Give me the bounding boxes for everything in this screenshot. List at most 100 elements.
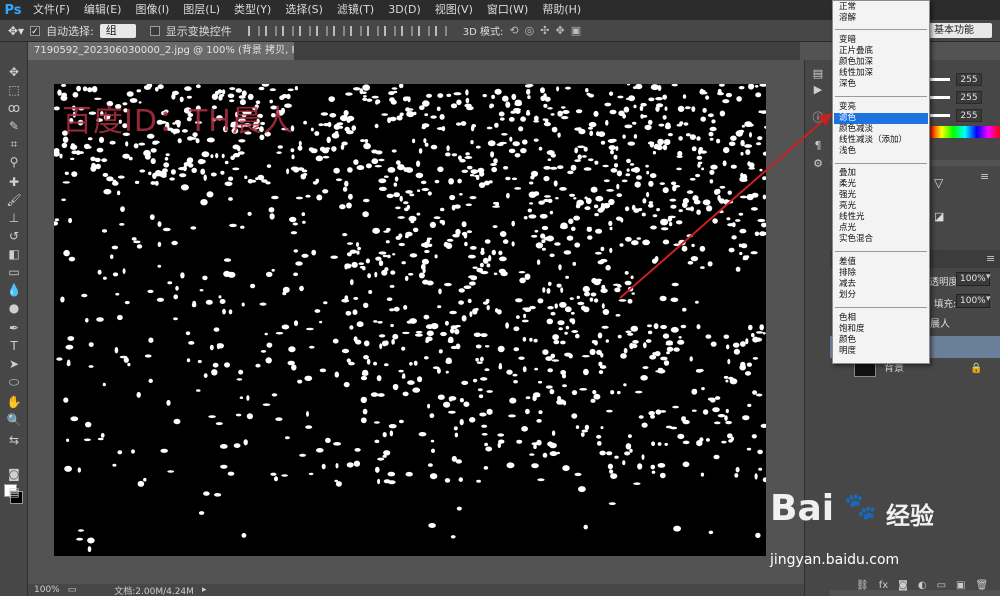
menu-help[interactable]: 帮助(H) [535, 0, 588, 20]
blend-luminosity[interactable]: 明度 [834, 346, 928, 357]
color-slider-track[interactable] [930, 77, 950, 81]
path-select-tool-icon[interactable]: ➤ [5, 356, 23, 372]
menu-3d[interactable]: 3D(D) [381, 0, 428, 20]
dodge-tool-icon[interactable]: ● [5, 300, 23, 316]
blend-hard-light[interactable]: 强光 [834, 190, 928, 201]
align-right-icon[interactable] [332, 25, 345, 36]
blend-subtract[interactable]: 减去 [834, 279, 928, 290]
blend-linear-burn[interactable]: 线性加深 [834, 68, 928, 79]
pen-tool-icon[interactable]: ✒ [5, 320, 23, 336]
image-canvas[interactable] [54, 84, 766, 556]
menu-type[interactable]: 类型(Y) [227, 0, 278, 20]
tool-presets-icon[interactable]: ⚙ [811, 156, 825, 170]
new-group-icon[interactable]: ▭ [937, 580, 946, 594]
brush-tool-icon[interactable]: 🖌 [5, 192, 23, 208]
menu-file[interactable]: 文件(F) [26, 0, 77, 20]
blend-linear-dodge[interactable]: 线性减淡（添加） [834, 135, 928, 146]
crop-tool-icon[interactable]: ⌗ [5, 136, 23, 152]
color-slider-track[interactable] [930, 95, 950, 99]
3d-scale-icon[interactable]: ▣ [571, 24, 581, 37]
quick-select-tool-icon[interactable]: ✎ [5, 118, 23, 134]
show-transform-checkbox[interactable] [149, 25, 160, 36]
zoom-tool-icon[interactable]: 🔍 [5, 412, 23, 428]
eyedropper-tool-icon[interactable]: ⚲ [5, 154, 23, 170]
blend-divide[interactable]: 划分 [834, 290, 928, 301]
3d-drag-icon[interactable]: ✣ [540, 24, 549, 37]
menu-layer[interactable]: 图层(L) [176, 0, 227, 20]
color-spectrum-bar[interactable] [930, 126, 1000, 138]
blend-hue[interactable]: 色相 [834, 313, 928, 324]
levels-icon[interactable]: ▽ [934, 176, 943, 190]
blend-vivid-light[interactable]: 亮光 [834, 201, 928, 212]
distribute-hcenter-icon[interactable] [417, 25, 430, 36]
history-brush-tool-icon[interactable]: ↺ [5, 228, 23, 244]
distribute-left-icon[interactable] [400, 25, 413, 36]
align-hcenter-icon[interactable] [315, 25, 328, 36]
lasso-tool-icon[interactable]: ꝏ [5, 100, 23, 116]
3d-rotate-icon[interactable]: ⟲ [509, 24, 518, 37]
info-panel-icon[interactable]: ⓘ [811, 110, 825, 124]
brush-panel-icon[interactable]: ¶ [811, 138, 825, 152]
color-value-r[interactable]: 255 [956, 72, 982, 86]
color-slider-track[interactable] [930, 113, 950, 117]
stamp-tool-icon[interactable]: ⊥ [5, 210, 23, 226]
panel-menu-icon[interactable]: ≡ [980, 170, 989, 183]
distribute-vcenter-icon[interactable] [366, 25, 379, 36]
blend-hard-mix[interactable]: 实色混合 [834, 234, 928, 245]
menu-select[interactable]: 选择(S) [278, 0, 330, 20]
blend-linear-light[interactable]: 线性光 [834, 212, 928, 223]
shape-tool-icon[interactable]: ⬭ [5, 374, 23, 390]
delete-layer-icon[interactable]: 🗑 [976, 580, 989, 594]
new-layer-icon[interactable]: ▣ [956, 580, 965, 594]
blend-overlay[interactable]: 叠加 [834, 168, 928, 179]
layers-menu-icon[interactable]: ≡ [986, 252, 995, 265]
blend-pin-light[interactable]: 点光 [834, 223, 928, 234]
opacity-dropdown-icon[interactable]: ▾ [986, 272, 991, 282]
gradient-tool-icon[interactable]: ▭ [5, 264, 23, 280]
distribute-top-icon[interactable] [349, 25, 362, 36]
auto-select-dropdown[interactable]: 组 [99, 23, 136, 38]
default-colors-icon[interactable]: ⇆ [5, 432, 23, 448]
blend-mode-dropdown[interactable]: 正常 溶解 变暗 正片叠底 颜色加深 线性加深 深色 变亮 滤色 颜色减淡 线性… [832, 0, 930, 364]
threshold-icon[interactable]: ◪ [934, 210, 944, 223]
align-left-icon[interactable] [298, 25, 311, 36]
3d-roll-icon[interactable]: ◎ [525, 24, 535, 37]
3d-slide-icon[interactable]: ✥ [555, 24, 564, 37]
color-slider-row[interactable]: 255 [930, 108, 982, 122]
fx-icon[interactable]: fx [879, 580, 888, 594]
blend-soft-light[interactable]: 柔光 [834, 179, 928, 190]
menu-edit[interactable]: 编辑(E) [77, 0, 129, 20]
fill-input[interactable]: 100% [956, 294, 990, 308]
distribute-right-icon[interactable] [434, 25, 447, 36]
blend-screen-selected[interactable]: 滤色 [834, 113, 928, 124]
adjustment-layer-icon[interactable]: ◐ [918, 580, 927, 594]
add-mask-icon[interactable]: ◙ [898, 580, 908, 594]
healing-tool-icon[interactable]: ✚ [5, 174, 23, 190]
color-slider-row[interactable]: 255 [930, 72, 982, 86]
blend-normal[interactable]: 正常 [834, 2, 928, 13]
color-slider-row[interactable]: 255 [930, 90, 982, 104]
move-tool-icon[interactable]: ✥ [5, 64, 23, 80]
distribute-bottom-icon[interactable] [383, 25, 396, 36]
color-value-b[interactable]: 255 [956, 108, 982, 122]
blend-color-dodge[interactable]: 颜色减淡 [834, 124, 928, 135]
menu-filter[interactable]: 滤镜(T) [330, 0, 381, 20]
marquee-tool-icon[interactable]: ⬚ [5, 82, 23, 98]
blend-exclusion[interactable]: 排除 [834, 268, 928, 279]
blend-darken[interactable]: 变暗 [834, 35, 928, 46]
hand-tool-icon[interactable]: ✋ [5, 394, 23, 410]
blend-saturation[interactable]: 饱和度 [834, 324, 928, 335]
color-value-g[interactable]: 255 [956, 90, 982, 104]
opacity-input[interactable]: 100% [956, 272, 990, 286]
screen-mode-icon[interactable]: ▤ [5, 484, 23, 500]
workspace-dropdown[interactable]: 基本功能 [926, 23, 992, 38]
blend-color-burn[interactable]: 颜色加深 [834, 57, 928, 68]
document-tab[interactable]: 7190592_202306030000_2.jpg @ 100% (背景 拷贝… [28, 42, 294, 60]
blend-multiply[interactable]: 正片叠底 [834, 46, 928, 57]
align-top-icon[interactable] [247, 25, 260, 36]
play-icon[interactable]: ▶ [811, 82, 825, 96]
menu-window[interactable]: 窗口(W) [480, 0, 535, 20]
zoom-level[interactable]: 100% [34, 585, 60, 595]
type-tool-icon[interactable]: T [5, 338, 23, 354]
blend-lighter-color[interactable]: 浅色 [834, 146, 928, 157]
